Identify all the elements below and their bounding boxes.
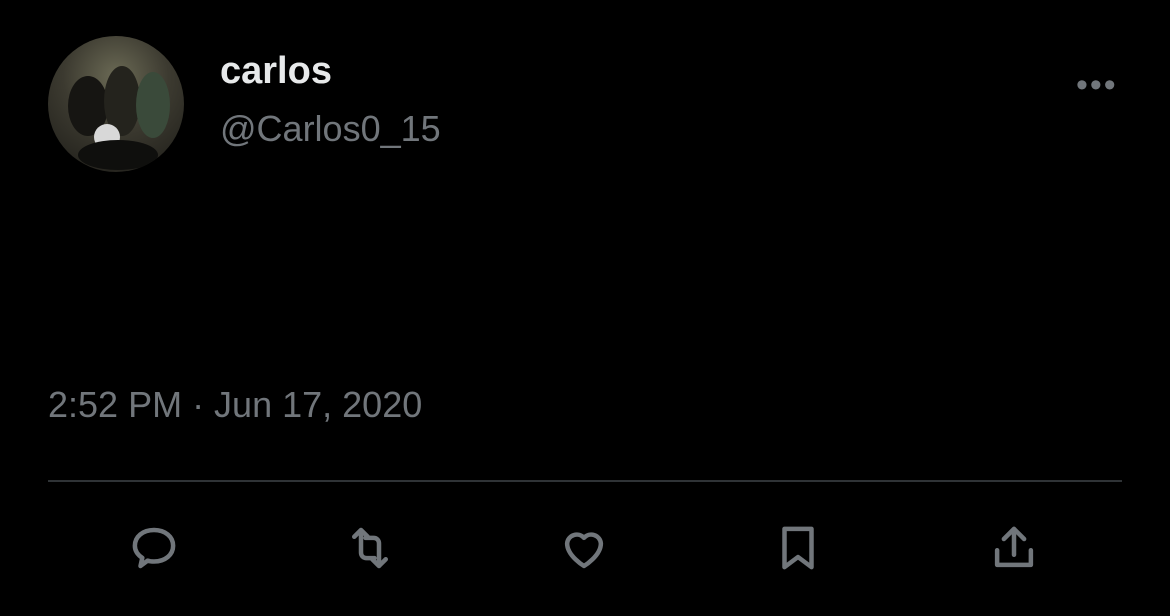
tweet-body bbox=[48, 222, 1108, 338]
tweet-timestamp[interactable]: 2:52 PM · Jun 17, 2020 bbox=[48, 384, 422, 426]
avatar[interactable] bbox=[48, 36, 184, 172]
user-handle[interactable]: @Carlos0_15 bbox=[220, 108, 441, 150]
reply-icon bbox=[132, 527, 176, 569]
like-button[interactable] bbox=[552, 516, 616, 580]
reply-button[interactable] bbox=[122, 516, 186, 580]
action-bar bbox=[48, 516, 1122, 586]
avatar-floor bbox=[78, 140, 158, 170]
share-button[interactable] bbox=[982, 516, 1046, 580]
more-options-icon[interactable]: ••• bbox=[1076, 66, 1118, 105]
bookmark-button[interactable] bbox=[766, 516, 830, 580]
retweet-icon bbox=[352, 527, 388, 569]
divider bbox=[48, 480, 1122, 482]
display-name[interactable]: carlos bbox=[220, 50, 332, 93]
share-icon bbox=[994, 526, 1034, 568]
like-icon bbox=[564, 532, 604, 569]
bookmark-icon bbox=[782, 526, 814, 570]
retweet-button[interactable] bbox=[338, 516, 402, 580]
avatar-figure bbox=[136, 72, 170, 138]
